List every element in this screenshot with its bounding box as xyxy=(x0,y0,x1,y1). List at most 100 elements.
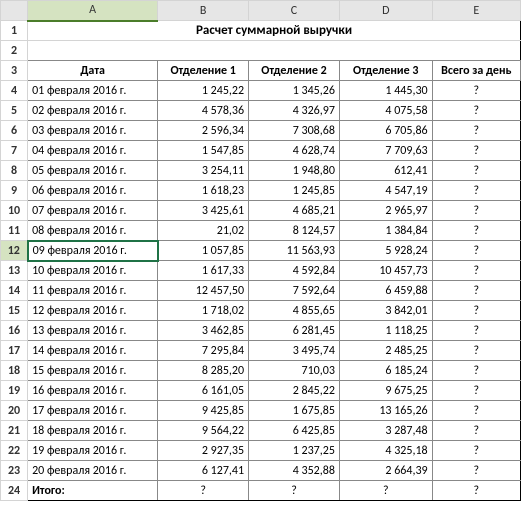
value-cell[interactable]: 1 617,33 xyxy=(158,261,249,281)
value-cell[interactable]: 3 254,11 xyxy=(158,161,249,181)
row-header-3[interactable]: 3 xyxy=(1,61,28,81)
total-cell[interactable]: ? xyxy=(432,281,520,301)
value-cell[interactable]: 8 124,57 xyxy=(249,221,340,241)
date-cell[interactable]: 01 февраля 2016 г. xyxy=(28,81,158,101)
value-cell[interactable]: 1 445,30 xyxy=(339,81,432,101)
value-cell[interactable]: 3 287,48 xyxy=(339,421,432,441)
date-cell[interactable]: 16 февраля 2016 г. xyxy=(28,381,158,401)
table-header-0[interactable]: Дата xyxy=(28,61,158,81)
total-cell[interactable]: ? xyxy=(432,461,520,481)
total-cell[interactable]: ? xyxy=(432,141,520,161)
value-cell[interactable]: 4 855,65 xyxy=(249,301,340,321)
col-header-D[interactable]: D xyxy=(339,1,432,21)
row-header-22[interactable]: 22 xyxy=(1,441,28,461)
row-header-24[interactable]: 24 xyxy=(1,481,28,501)
value-cell[interactable]: 4 592,84 xyxy=(249,261,340,281)
value-cell[interactable]: 6 281,45 xyxy=(249,321,340,341)
value-cell[interactable]: 1 547,85 xyxy=(158,141,249,161)
row-header-18[interactable]: 18 xyxy=(1,361,28,381)
value-cell[interactable]: 2 485,25 xyxy=(339,341,432,361)
footer-value[interactable]: ? xyxy=(249,481,340,501)
footer-value[interactable]: ? xyxy=(158,481,249,501)
row-header-5[interactable]: 5 xyxy=(1,101,28,121)
total-cell[interactable]: ? xyxy=(432,181,520,201)
value-cell[interactable]: 612,41 xyxy=(339,161,432,181)
value-cell[interactable]: 1 675,85 xyxy=(249,401,340,421)
value-cell[interactable]: 2 664,39 xyxy=(339,461,432,481)
row-header-6[interactable]: 6 xyxy=(1,121,28,141)
value-cell[interactable]: 1 118,25 xyxy=(339,321,432,341)
value-cell[interactable]: 4 326,97 xyxy=(249,101,340,121)
table-header-3[interactable]: Отделение 3 xyxy=(339,61,432,81)
date-cell[interactable]: 07 февраля 2016 г. xyxy=(28,201,158,221)
total-cell[interactable]: ? xyxy=(432,241,520,261)
table-header-4[interactable]: Всего за день xyxy=(432,61,520,81)
value-cell[interactable]: 1 718,02 xyxy=(158,301,249,321)
select-all-corner[interactable] xyxy=(1,1,28,21)
value-cell[interactable]: 1 057,85 xyxy=(158,241,249,261)
value-cell[interactable]: 6 185,24 xyxy=(339,361,432,381)
col-header-C[interactable]: C xyxy=(249,1,340,21)
value-cell[interactable]: 1 345,26 xyxy=(249,81,340,101)
col-header-E[interactable]: E xyxy=(432,1,520,21)
row-header-20[interactable]: 20 xyxy=(1,401,28,421)
value-cell[interactable]: 1 237,25 xyxy=(249,441,340,461)
date-cell[interactable]: 12 февраля 2016 г. xyxy=(28,301,158,321)
value-cell[interactable]: 4 352,88 xyxy=(249,461,340,481)
value-cell[interactable]: 3 425,61 xyxy=(158,201,249,221)
value-cell[interactable]: 1 384,84 xyxy=(339,221,432,241)
date-cell[interactable]: 17 февраля 2016 г. xyxy=(28,401,158,421)
title-cell[interactable]: Расчет суммарной выручки xyxy=(28,21,521,41)
value-cell[interactable]: 7 308,68 xyxy=(249,121,340,141)
total-cell[interactable]: ? xyxy=(432,401,520,421)
date-cell[interactable]: 10 февраля 2016 г. xyxy=(28,261,158,281)
value-cell[interactable]: 12 457,50 xyxy=(158,281,249,301)
date-cell[interactable]: 19 февраля 2016 г. xyxy=(28,441,158,461)
date-cell[interactable]: 06 февраля 2016 г. xyxy=(28,181,158,201)
total-cell[interactable]: ? xyxy=(432,101,520,121)
total-cell[interactable]: ? xyxy=(432,441,520,461)
row-header-21[interactable]: 21 xyxy=(1,421,28,441)
total-cell[interactable]: ? xyxy=(432,321,520,341)
total-cell[interactable]: ? xyxy=(432,381,520,401)
row-header-12[interactable]: 12 xyxy=(1,241,28,261)
value-cell[interactable]: 6 425,85 xyxy=(249,421,340,441)
value-cell[interactable]: 1 948,80 xyxy=(249,161,340,181)
spreadsheet-grid[interactable]: ABCDE 1Расчет суммарной выручки23ДатаОтд… xyxy=(0,0,521,501)
value-cell[interactable]: 8 285,20 xyxy=(158,361,249,381)
value-cell[interactable]: 4 628,74 xyxy=(249,141,340,161)
value-cell[interactable]: 10 457,73 xyxy=(339,261,432,281)
footer-total[interactable]: ? xyxy=(432,481,520,501)
row-header-4[interactable]: 4 xyxy=(1,81,28,101)
table-header-2[interactable]: Отделение 2 xyxy=(249,61,340,81)
value-cell[interactable]: 3 462,85 xyxy=(158,321,249,341)
empty-row[interactable] xyxy=(28,41,521,61)
value-cell[interactable]: 2 965,97 xyxy=(339,201,432,221)
total-cell[interactable]: ? xyxy=(432,341,520,361)
value-cell[interactable]: 3 495,74 xyxy=(249,341,340,361)
date-cell[interactable]: 09 февраля 2016 г. xyxy=(28,241,158,261)
total-cell[interactable]: ? xyxy=(432,301,520,321)
value-cell[interactable]: 2 845,22 xyxy=(249,381,340,401)
footer-value[interactable]: ? xyxy=(339,481,432,501)
value-cell[interactable]: 4 547,19 xyxy=(339,181,432,201)
value-cell[interactable]: 6 705,86 xyxy=(339,121,432,141)
row-header-23[interactable]: 23 xyxy=(1,461,28,481)
date-cell[interactable]: 14 февраля 2016 г. xyxy=(28,341,158,361)
date-cell[interactable]: 18 февраля 2016 г. xyxy=(28,421,158,441)
date-cell[interactable]: 05 февраля 2016 г. xyxy=(28,161,158,181)
row-header-7[interactable]: 7 xyxy=(1,141,28,161)
row-header-15[interactable]: 15 xyxy=(1,301,28,321)
value-cell[interactable]: 7 295,84 xyxy=(158,341,249,361)
value-cell[interactable]: 13 165,26 xyxy=(339,401,432,421)
col-header-B[interactable]: B xyxy=(158,1,249,21)
total-cell[interactable]: ? xyxy=(432,261,520,281)
value-cell[interactable]: 4 075,58 xyxy=(339,101,432,121)
row-header-2[interactable]: 2 xyxy=(1,41,28,61)
total-cell[interactable]: ? xyxy=(432,121,520,141)
footer-label[interactable]: Итого: xyxy=(28,481,158,501)
value-cell[interactable]: 1 618,23 xyxy=(158,181,249,201)
value-cell[interactable]: 9 425,85 xyxy=(158,401,249,421)
row-header-14[interactable]: 14 xyxy=(1,281,28,301)
row-header-10[interactable]: 10 xyxy=(1,201,28,221)
